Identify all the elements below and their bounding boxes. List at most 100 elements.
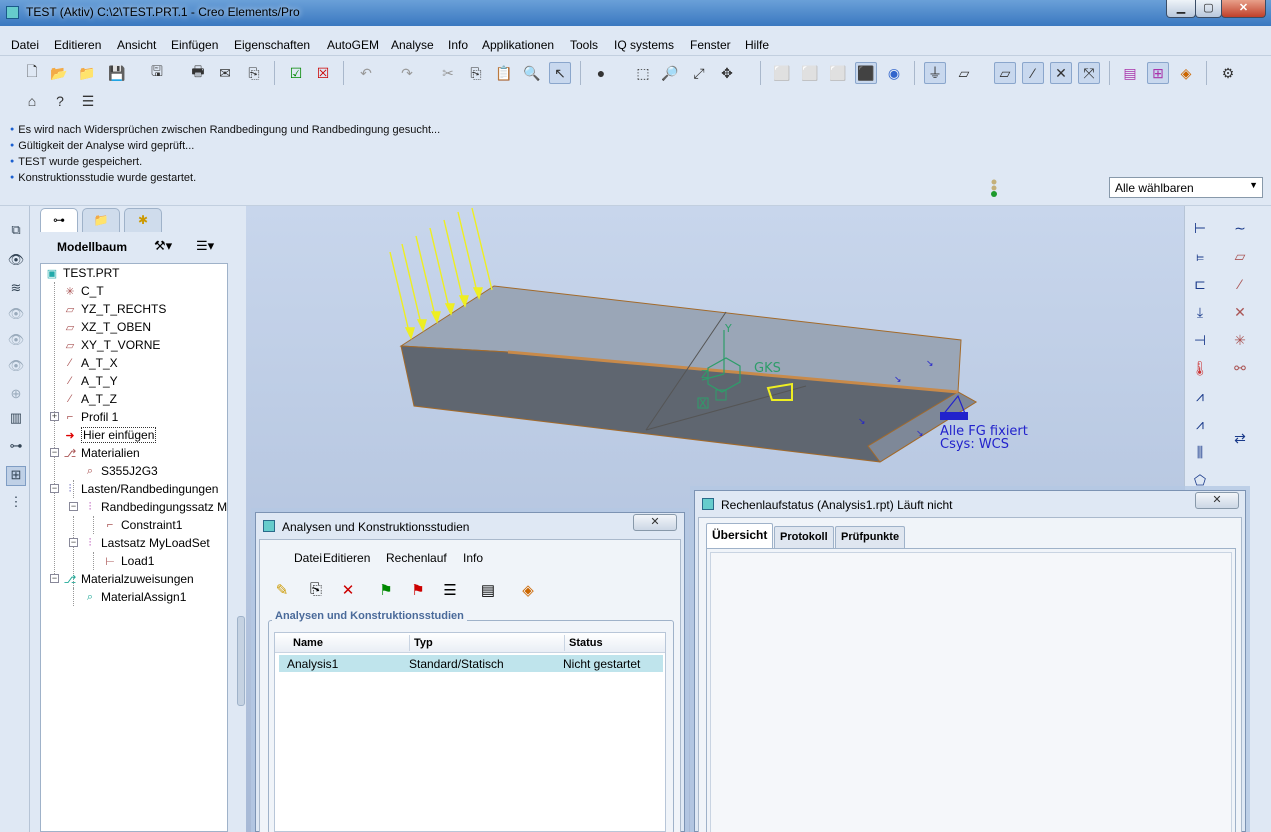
collapse-materials-icon[interactable]: −	[50, 448, 59, 457]
model-tree-toggle-icon[interactable]: ⊞	[6, 466, 26, 486]
gravity-icon[interactable]: ⤓	[1189, 304, 1211, 326]
model-tree-splitter[interactable]	[236, 206, 246, 832]
open-folder-icon[interactable]: 📂	[48, 62, 70, 84]
home-icon[interactable]: ⌂	[21, 90, 43, 112]
tree-node-randbedingungssatz[interactable]: ⫶ Randbedingungssatz M	[83, 498, 227, 516]
menu-tools[interactable]: Tools	[570, 38, 598, 52]
menu-analyse[interactable]: Analyse	[391, 38, 434, 52]
orient-icon[interactable]: ✥	[716, 62, 738, 84]
visibility-icon[interactable]: 👁	[6, 252, 26, 272]
sketch-curve-icon[interactable]: ∼	[1229, 220, 1251, 242]
planar-constraint-icon[interactable]: ⫼	[1189, 444, 1211, 466]
menu-ansicht[interactable]: Ansicht	[117, 38, 156, 52]
csys-display-icon[interactable]: ⤧	[1078, 62, 1100, 84]
tree-node-a-t-y[interactable]: ⁄ A_T_Y	[63, 372, 118, 390]
tree-node-s355j2g3[interactable]: ⌕ S355J2G3	[83, 462, 158, 480]
point-display-icon[interactable]: ✕	[1050, 62, 1072, 84]
tab-model-tree[interactable]: ⊶	[40, 208, 78, 232]
tree-node-materialien[interactable]: ⎇ Materialien	[63, 444, 140, 462]
settings-dialog-icon[interactable]: ▤	[476, 581, 500, 603]
maximize-button[interactable]: ▢	[1195, 0, 1222, 18]
open-dir-icon[interactable]: 📁	[76, 62, 98, 84]
minimize-button[interactable]: ▁	[1166, 0, 1196, 18]
tab-favorites[interactable]: ✱	[124, 208, 162, 232]
tree-node-lastsatz[interactable]: ⫶ Lastsatz MyLoadSet	[83, 534, 210, 552]
centrifugal-icon[interactable]: ⊣	[1189, 332, 1211, 354]
navigator-icon[interactable]: ⋮	[6, 494, 26, 514]
simulation-display-icon[interactable]: ▤	[1119, 62, 1141, 84]
displacement-constraint-icon[interactable]: ⩘	[1189, 388, 1211, 410]
tree-node-a-t-z[interactable]: ⁄ A_T_Z	[63, 390, 117, 408]
redo-icon[interactable]: ↷	[396, 62, 418, 84]
undo-icon[interactable]: ↶	[355, 62, 377, 84]
bearing-load-icon[interactable]: ⊏	[1189, 276, 1211, 298]
menu-fenster[interactable]: Fenster	[690, 38, 731, 52]
select-arrow-icon[interactable]: ↖	[549, 62, 571, 84]
splitter-handle[interactable]	[237, 616, 245, 706]
isolate-icon[interactable]: ⊕	[6, 386, 26, 406]
collapse-constraint-set-icon[interactable]: −	[69, 502, 78, 511]
expand-profil-icon[interactable]: +	[50, 412, 59, 421]
symmetry-constraint-icon[interactable]: ⩘	[1189, 416, 1211, 438]
tree-root[interactable]: ▣ TEST.PRT	[45, 264, 120, 282]
tab-uebersicht[interactable]: Übersicht	[706, 523, 774, 548]
collapse-material-assignments-icon[interactable]: −	[50, 574, 59, 583]
close-button[interactable]: ✕	[1221, 0, 1266, 18]
cut-icon[interactable]: ✂	[437, 62, 459, 84]
connections-icon[interactable]: ⇄	[1229, 430, 1251, 452]
dialog-menu-editieren[interactable]: Editieren	[323, 551, 370, 565]
cancel-icon[interactable]: ☒	[312, 62, 334, 84]
send-icon[interactable]: ✉	[214, 62, 236, 84]
shading-icon[interactable]: ●	[590, 62, 612, 84]
find-icon[interactable]: 🔍	[521, 62, 543, 84]
close-dialog-button[interactable]: ✕	[633, 514, 677, 531]
plane-display-icon[interactable]: ▱	[994, 62, 1016, 84]
refit-icon[interactable]: ⤢	[688, 62, 710, 84]
column-name[interactable]: Name	[293, 637, 323, 649]
datum-point-tool-icon[interactable]: ✕	[1229, 304, 1251, 326]
copy-analysis-icon[interactable]: ⎘	[304, 581, 328, 603]
temperature-icon[interactable]: 🌡	[1189, 360, 1211, 382]
print-icon[interactable]: 🖶	[187, 62, 209, 84]
tree-node-c-t[interactable]: ✳ C_T	[63, 282, 103, 300]
app-tool-icon[interactable]: ⚙	[1217, 62, 1239, 84]
stop-run-icon[interactable]: ⚑	[406, 581, 430, 603]
start-run-icon[interactable]: ⚑	[374, 581, 398, 603]
datum-plane-display-icon[interactable]: ▱	[953, 62, 975, 84]
tree-node-load1[interactable]: ⊢ Load1	[103, 552, 154, 570]
tree-node-yz-t-rechts[interactable]: ▱ YZ_T_RECHTS	[63, 300, 167, 318]
menu-hilfe[interactable]: Hilfe	[745, 38, 769, 52]
tree-node-xy-t-vorne[interactable]: ▱ XY_T_VORNE	[63, 336, 161, 354]
dialog-menu-rechenlauf[interactable]: Rechenlauf	[386, 551, 447, 565]
run-status-icon[interactable]: ☰	[438, 581, 462, 603]
save-copy-icon[interactable]: 🖫	[146, 62, 168, 84]
column-typ[interactable]: Typ	[414, 637, 433, 649]
mechanica-icon[interactable]: ⊞	[1147, 62, 1169, 84]
zoom-icon[interactable]: 🔎	[659, 62, 681, 84]
menu-einfuegen[interactable]: Einfügen	[171, 38, 218, 52]
shaded-display-icon[interactable]: ⬛	[855, 62, 877, 84]
new-file-icon[interactable]: 🗋	[21, 62, 43, 84]
tab-folder-browser[interactable]: 📁	[82, 208, 120, 232]
tree-node-lasten[interactable]: ⫶ Lasten/Randbedingungen	[63, 480, 219, 498]
datum-curve-tool-icon[interactable]: ⚯	[1229, 360, 1251, 382]
hide-icon[interactable]: 👁	[6, 306, 26, 326]
delete-icon[interactable]: ✕	[336, 581, 360, 603]
tree-node-materialzuweisungen[interactable]: ⎇ Materialzuweisungen	[63, 570, 194, 588]
wireframe-icon[interactable]: ⬜	[771, 62, 793, 84]
export-icon[interactable]: ⎘	[243, 62, 265, 84]
datum-filter-icon[interactable]: ⏚	[924, 62, 946, 84]
menu-iq-systems[interactable]: IQ systems	[614, 38, 674, 52]
tree-node-insert-here[interactable]: ➜ Hier einfügen	[63, 426, 157, 444]
tree-node-a-t-x[interactable]: ⁄ A_T_X	[63, 354, 118, 372]
paste-icon[interactable]: 📋	[493, 62, 515, 84]
no-hidden-icon[interactable]: ⬜	[827, 62, 849, 84]
regenerate-icon[interactable]: ☑	[285, 62, 307, 84]
dialog-menu-info[interactable]: Info	[463, 551, 483, 565]
datum-plane-tool-icon[interactable]: ▱	[1229, 248, 1251, 270]
layer-view-icon[interactable]: ⧉	[6, 222, 26, 242]
enhanced-realism-icon[interactable]: ◉	[883, 62, 905, 84]
menu-eigenschaften[interactable]: Eigenschaften	[234, 38, 310, 52]
context-help-icon[interactable]: ?	[49, 90, 71, 112]
show-menu-icon[interactable]: ☰▾	[196, 238, 214, 254]
